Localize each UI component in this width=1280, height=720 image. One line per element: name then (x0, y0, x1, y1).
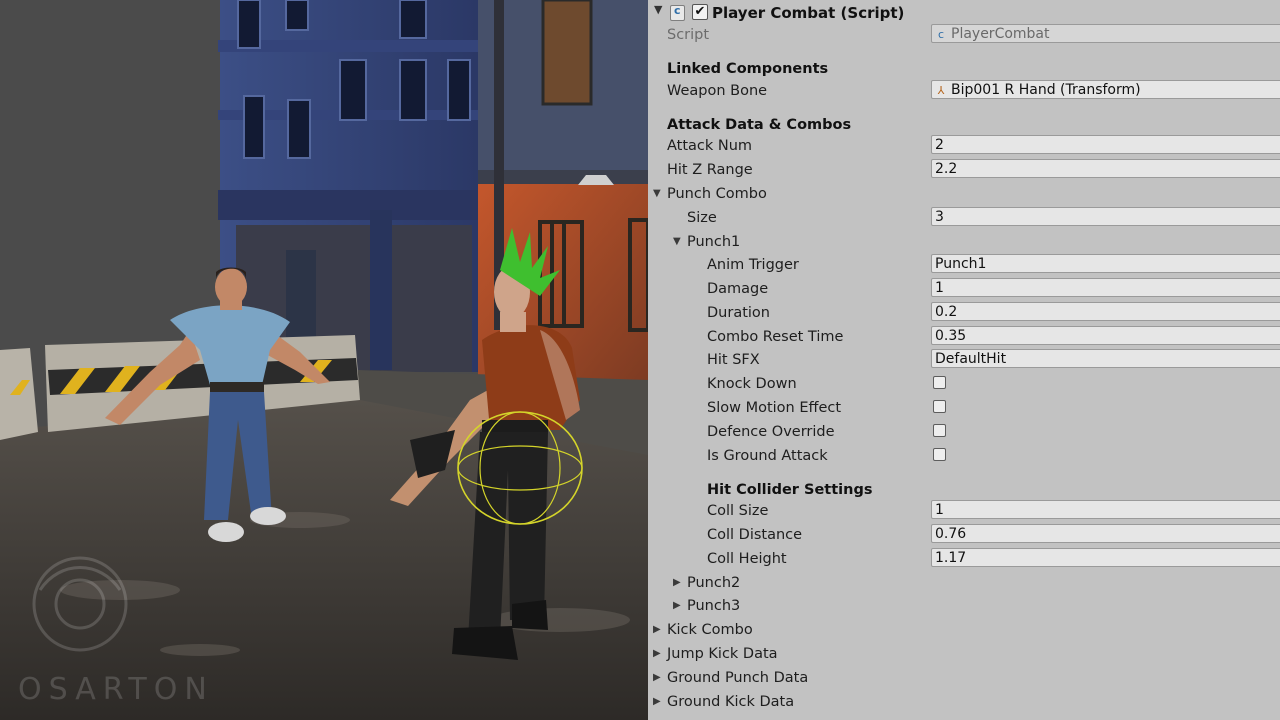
coll-size-label: Coll Size (707, 503, 769, 519)
hit-z-range-row: Hit Z Range 2.2 (648, 158, 1280, 182)
hit-sfx-row: Hit SFX DefaultHit (648, 348, 1280, 372)
collapsed-arrow-icon[interactable]: ▶ (673, 577, 681, 588)
knock-down-row: Knock Down (648, 372, 1280, 396)
watermark-text: OSARTON (18, 672, 214, 707)
weapon-bone-field[interactable]: ⅄ Bip001 R Hand (Transform) (931, 80, 1280, 99)
coll-height-field[interactable]: 1.17 (931, 548, 1280, 567)
kick-combo-label: Kick Combo (667, 622, 753, 638)
duration-row: Duration 0.2 (648, 301, 1280, 325)
expanded-arrow-icon[interactable]: ▼ (653, 188, 661, 199)
script-field[interactable]: c PlayerCombat (931, 24, 1280, 43)
inspector-panel: ▼ ✔ Player Combat (Script) Script c Playe… (648, 0, 1280, 720)
combo-reset-label: Combo Reset Time (707, 329, 844, 345)
ground-punch-foldout[interactable]: ▶ Ground Punch Data (648, 666, 1280, 690)
anim-trigger-label: Anim Trigger (707, 257, 799, 273)
damage-field[interactable]: 1 (931, 278, 1280, 297)
attack-num-label: Attack Num (667, 138, 753, 154)
section-title: Linked Components (667, 61, 829, 77)
hit-z-range-label: Hit Z Range (667, 162, 753, 178)
scene-render (0, 0, 648, 720)
coll-height-label: Coll Height (707, 551, 787, 567)
collapsed-arrow-icon[interactable]: ▶ (653, 696, 661, 707)
punch1-foldout[interactable]: ▼ Punch1 (648, 230, 1280, 254)
collapsed-arrow-icon[interactable]: ▶ (673, 600, 681, 611)
coll-size-row: Coll Size 1 (648, 499, 1280, 523)
knock-down-checkbox[interactable] (933, 376, 946, 389)
is-ground-attack-label: Is Ground Attack (707, 448, 828, 464)
script-icon: c (937, 28, 945, 41)
hit-sfx-field[interactable]: DefaultHit (931, 349, 1280, 368)
weapon-bone-label: Weapon Bone (667, 83, 768, 99)
punch1-label: Punch1 (687, 234, 741, 250)
duration-label: Duration (707, 305, 770, 321)
component-title: Player Combat (Script) (712, 4, 905, 22)
combo-reset-field[interactable]: 0.35 (931, 326, 1280, 345)
combo-reset-row: Combo Reset Time 0.35 (648, 325, 1280, 349)
size-label: Size (687, 210, 717, 226)
foldout-arrow-icon[interactable]: ▼ (654, 3, 662, 16)
collapsed-arrow-icon[interactable]: ▶ (653, 672, 661, 683)
slow-motion-checkbox[interactable] (933, 400, 946, 413)
anim-trigger-field[interactable]: Punch1 (931, 254, 1280, 273)
jump-kick-foldout[interactable]: ▶ Jump Kick Data (648, 642, 1280, 666)
is-ground-attack-checkbox[interactable] (933, 448, 946, 461)
ground-kick-foldout[interactable]: ▶ Ground Kick Data (648, 690, 1280, 714)
expanded-arrow-icon[interactable]: ▼ (673, 236, 681, 247)
punch-combo-label: Punch Combo (667, 186, 767, 202)
slow-motion-label: Slow Motion Effect (707, 400, 842, 416)
weapon-bone-value: Bip001 R Hand (Transform) (951, 82, 1141, 98)
punch-combo-foldout[interactable]: ▼ Punch Combo (648, 182, 1280, 206)
size-field[interactable]: 3 (931, 207, 1280, 226)
punch2-label: Punch2 (687, 575, 741, 591)
coll-size-field[interactable]: 1 (931, 500, 1280, 519)
anim-trigger-row: Anim Trigger Punch1 (648, 253, 1280, 277)
attack-num-row: Attack Num 2 (648, 134, 1280, 158)
punch3-foldout[interactable]: ▶ Punch3 (648, 594, 1280, 618)
size-row: Size 3 (648, 206, 1280, 230)
ground-punch-label: Ground Punch Data (667, 670, 809, 686)
hit-z-range-field[interactable]: 2.2 (931, 159, 1280, 178)
scene-view[interactable]: OSARTON (0, 0, 648, 720)
coll-height-row: Coll Height 1.17 (648, 547, 1280, 571)
coll-distance-row: Coll Distance 0.76 (648, 523, 1280, 547)
coll-distance-label: Coll Distance (707, 527, 803, 543)
transform-icon: ⅄ (937, 84, 945, 97)
weapon-bone-row: Weapon Bone ⅄ Bip001 R Hand (Transform) (648, 79, 1280, 103)
knock-down-label: Knock Down (707, 376, 797, 392)
section-title: Attack Data & Combos (667, 117, 852, 133)
is-ground-attack-row: Is Ground Attack (648, 444, 1280, 468)
defence-override-label: Defence Override (707, 424, 835, 440)
punch3-label: Punch3 (687, 598, 741, 614)
script-label: Script (667, 27, 710, 43)
ground-kick-label: Ground Kick Data (667, 694, 795, 710)
damage-row: Damage 1 (648, 277, 1280, 301)
script-icon (670, 4, 685, 21)
attack-num-field[interactable]: 2 (931, 135, 1280, 154)
defence-override-checkbox[interactable] (933, 424, 946, 437)
coll-distance-field[interactable]: 0.76 (931, 524, 1280, 543)
linked-components-header: Linked Components (648, 57, 1280, 81)
hit-sfx-label: Hit SFX (707, 352, 760, 368)
script-value: PlayerCombat (951, 26, 1050, 42)
jump-kick-label: Jump Kick Data (667, 646, 778, 662)
slow-motion-row: Slow Motion Effect (648, 396, 1280, 420)
collapsed-arrow-icon[interactable]: ▶ (653, 624, 661, 635)
collapsed-arrow-icon[interactable]: ▶ (653, 648, 661, 659)
section-title: Hit Collider Settings (707, 482, 873, 498)
defence-override-row: Defence Override (648, 420, 1280, 444)
script-row: Script c PlayerCombat (648, 23, 1280, 47)
component-enabled-checkbox[interactable]: ✔ (692, 4, 708, 20)
kick-combo-foldout[interactable]: ▶ Kick Combo (648, 618, 1280, 642)
duration-field[interactable]: 0.2 (931, 302, 1280, 321)
punch2-foldout[interactable]: ▶ Punch2 (648, 571, 1280, 595)
damage-label: Damage (707, 281, 769, 297)
